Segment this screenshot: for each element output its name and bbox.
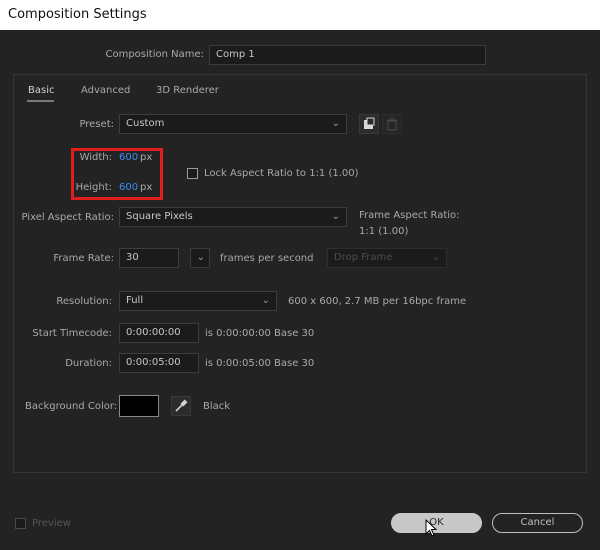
active-tab-indicator <box>27 100 54 102</box>
highlight-annotation <box>71 148 163 200</box>
pixel-aspect-dropdown[interactable]: Square Pixels ⌄ <box>119 207 347 227</box>
resolution-dropdown[interactable]: Full ⌄ <box>119 291 277 311</box>
eyedropper-icon <box>175 399 188 412</box>
lock-aspect-checkbox[interactable] <box>187 168 198 179</box>
drop-frame-value: Drop Frame <box>334 252 393 263</box>
chevron-down-icon: ⌄ <box>331 118 340 129</box>
duration-input[interactable]: 0:00:05:00 <box>119 353 199 373</box>
frame-aspect-label: Frame Aspect Ratio: <box>359 210 460 221</box>
comp-name-label: Composition Name: <box>105 49 204 60</box>
lock-aspect-label: Lock Aspect Ratio to 1:1 (1.00) <box>204 168 359 179</box>
title-bar: Composition Settings <box>0 0 600 30</box>
resolution-value: Full <box>126 295 144 306</box>
frame-rate-presets-dropdown[interactable]: ⌄ <box>190 248 210 268</box>
duration-label: Duration: <box>65 358 112 369</box>
cancel-button[interactable]: Cancel <box>492 513 583 533</box>
eyedropper-button[interactable] <box>171 396 191 416</box>
chevron-down-icon: ⌄ <box>261 295 270 306</box>
preset-value: Custom <box>126 118 165 129</box>
duration-info: is 0:00:05:00 Base 30 <box>205 358 315 369</box>
start-timecode-input[interactable]: 0:00:00:00 <box>119 323 199 343</box>
save-preset-icon <box>364 117 375 129</box>
pixel-aspect-label: Pixel Aspect Ratio: <box>21 212 115 223</box>
pixel-aspect-value: Square Pixels <box>126 211 193 222</box>
frame-aspect-value: 1:1 (1.00) <box>359 226 409 237</box>
drop-frame-dropdown[interactable]: Drop Frame ⌄ <box>327 248 447 268</box>
preset-dropdown[interactable]: Custom ⌄ <box>119 114 347 134</box>
tab-advanced[interactable]: Advanced <box>81 85 130 96</box>
preview-label: Preview <box>32 518 71 529</box>
preview-checkbox[interactable] <box>15 518 26 529</box>
background-color-name: Black <box>203 401 231 412</box>
delete-preset-button[interactable] <box>382 114 402 134</box>
frame-rate-label: Frame Rate: <box>53 253 114 264</box>
preset-label: Preset: <box>79 119 114 130</box>
start-timecode-info: is 0:00:00:00 Base 30 <box>205 328 315 339</box>
comp-name-input[interactable]: Comp 1 <box>209 45 486 65</box>
resolution-info: 600 x 600, 2.7 MB per 16bpc frame <box>288 296 467 307</box>
frame-rate-input[interactable]: 30 <box>119 248 179 268</box>
start-timecode-label: Start Timecode: <box>32 328 112 339</box>
tab-basic[interactable]: Basic <box>28 85 54 96</box>
trash-icon <box>387 117 397 131</box>
background-color-label: Background Color: <box>25 401 118 412</box>
frame-rate-unit: frames per second <box>220 253 314 264</box>
window-title: Composition Settings <box>8 7 147 22</box>
chevron-down-icon: ⌄ <box>196 252 205 263</box>
chevron-down-icon: ⌄ <box>331 211 340 222</box>
resolution-label: Resolution: <box>56 296 112 307</box>
tab-3d-renderer[interactable]: 3D Renderer <box>156 85 219 96</box>
background-color-swatch[interactable] <box>119 395 159 417</box>
chevron-down-icon: ⌄ <box>431 252 440 263</box>
dialog-body: Composition Name: Comp 1 Basic Advanced … <box>0 30 600 550</box>
mouse-cursor-icon <box>425 519 438 537</box>
save-preset-button[interactable] <box>359 114 379 134</box>
